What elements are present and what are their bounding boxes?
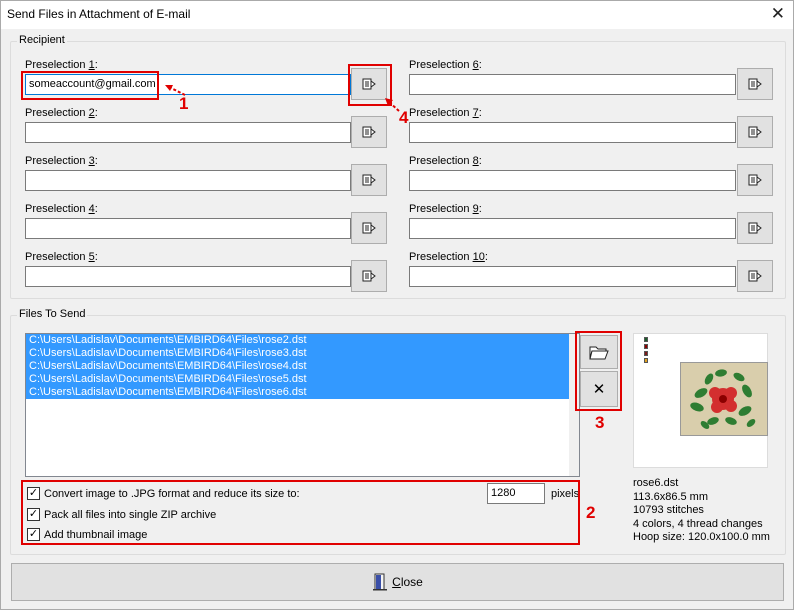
remove-file-button[interactable]: ✕ — [580, 371, 618, 407]
design-colors: 4 colors, 4 thread changes — [633, 517, 763, 530]
preselection-8-input[interactable] — [409, 170, 736, 191]
design-info: rose6.dst 113.6x86.5 mm 10793 stitches 4… — [633, 477, 770, 545]
annotation-number-3: 3 — [595, 413, 605, 432]
list-scrollbar[interactable] — [569, 334, 579, 476]
preselection-4-label: Preselection 4: — [25, 203, 98, 215]
add-files-button[interactable] — [580, 335, 618, 369]
preselection-3-input[interactable] — [25, 170, 351, 191]
preselection-3-address-book-button[interactable] — [351, 164, 387, 196]
convert-jpg-label: Convert image to .JPG format and reduce … — [44, 487, 300, 500]
address-book-icon — [362, 126, 376, 138]
address-book-icon — [748, 270, 762, 282]
preselection-4-input[interactable] — [25, 218, 351, 239]
preselection-1-address-book-button[interactable] — [351, 68, 387, 100]
preselection-9-address-book-button[interactable] — [737, 212, 773, 244]
preselection-6-address-book-button[interactable] — [737, 68, 773, 100]
close-rest: lose — [400, 575, 423, 589]
address-book-icon — [748, 174, 762, 186]
pixels-label: pixels — [551, 488, 580, 500]
close-button[interactable]: Close — [11, 563, 784, 601]
preselection-1-label: Preselection 1: — [25, 59, 98, 71]
preselection-5-label: Preselection 5: — [25, 251, 98, 263]
rose-embroidery-image — [690, 369, 756, 429]
recipient-legend: Recipient — [17, 34, 67, 46]
preselection-7-address-book-button[interactable] — [737, 116, 773, 148]
thread-color-swatch — [644, 344, 648, 349]
zip-checkbox[interactable]: ✓ — [27, 508, 40, 521]
preselection-10-address-book-button[interactable] — [737, 260, 773, 292]
annotation-number-2: 2 — [586, 503, 596, 522]
preselection-5-input[interactable] — [25, 266, 351, 287]
door-exit-icon — [373, 573, 388, 591]
pixels-input[interactable]: 1280 — [487, 483, 545, 504]
check-mark-icon: ✓ — [28, 487, 39, 499]
design-filename: rose6.dst — [633, 477, 679, 489]
address-book-icon — [748, 78, 762, 90]
dialog-window: Send Files in Attachment of E-mail ✕ Rec… — [0, 0, 794, 610]
file-list[interactable]: C:\Users\Ladislav\Documents\EMBIRD64\Fil… — [25, 333, 580, 477]
zip-label: Pack all files into single ZIP archive — [44, 508, 217, 521]
file-list-item[interactable]: C:\Users\Ladislav\Documents\EMBIRD64\Fil… — [26, 334, 569, 347]
preselection-8-label: Preselection 8: — [409, 155, 482, 167]
preselection-2-input[interactable] — [25, 122, 351, 143]
delete-x-icon: ✕ — [592, 381, 606, 398]
design-size: 113.6x86.5 mm — [633, 490, 709, 503]
address-book-icon — [362, 270, 376, 282]
convert-jpg-checkbox[interactable]: ✓ — [27, 487, 40, 500]
check-mark-icon: ✓ — [28, 528, 39, 540]
open-folder-icon — [589, 346, 609, 360]
preselection-7-input[interactable] — [409, 122, 736, 143]
design-preview — [633, 333, 768, 468]
file-list-item[interactable]: C:\Users\Ladislav\Documents\EMBIRD64\Fil… — [26, 373, 569, 386]
window-title: Send Files in Attachment of E-mail — [7, 7, 191, 21]
title-bar: Send Files in Attachment of E-mail ✕ — [1, 1, 793, 29]
address-book-icon — [362, 222, 376, 234]
preselection-2-address-book-button[interactable] — [351, 116, 387, 148]
preselection-9-input[interactable] — [409, 218, 736, 239]
preselection-2-label: Preselection 2: — [25, 107, 98, 119]
close-mnemonic: C — [392, 575, 401, 589]
preselection-7-label: Preselection 7: — [409, 107, 482, 119]
thread-color-swatch — [644, 351, 648, 356]
zip-checkbox-row[interactable]: ✓ Pack all files into single ZIP archive — [27, 508, 216, 521]
close-button-label: Close — [392, 575, 423, 589]
thread-color-swatch — [644, 358, 648, 363]
thumbnail-checkbox[interactable]: ✓ — [27, 528, 40, 541]
convert-jpg-checkbox-row[interactable]: ✓ Convert image to .JPG format and reduc… — [27, 487, 300, 500]
thumbnail-label: Add thumbnail image — [44, 528, 148, 541]
preselection-3-label: Preselection 3: — [25, 155, 98, 167]
annotation-arrow-4 — [385, 98, 400, 112]
address-book-icon — [748, 222, 762, 234]
files-legend: Files To Send — [17, 308, 88, 320]
design-hoop: Hoop size: 120.0x100.0 mm — [633, 531, 770, 543]
preselection-5-address-book-button[interactable] — [351, 260, 387, 292]
thread-color-swatch — [644, 337, 648, 342]
address-book-icon — [748, 126, 762, 138]
address-book-icon — [362, 174, 376, 186]
check-mark-icon: ✓ — [28, 508, 39, 520]
annotation-arrow-1 — [165, 85, 186, 96]
preselection-6-label: Preselection 6: — [409, 59, 482, 71]
preselection-6-input[interactable] — [409, 74, 736, 95]
window-close-button[interactable]: ✕ — [771, 4, 785, 24]
file-list-item[interactable]: C:\Users\Ladislav\Documents\EMBIRD64\Fil… — [26, 360, 569, 373]
file-list-item[interactable]: C:\Users\Ladislav\Documents\EMBIRD64\Fil… — [26, 347, 569, 360]
file-list-item[interactable]: C:\Users\Ladislav\Documents\EMBIRD64\Fil… — [26, 386, 569, 399]
preselection-10-input[interactable] — [409, 266, 736, 287]
preselection-8-address-book-button[interactable] — [737, 164, 773, 196]
thumbnail-checkbox-row[interactable]: ✓ Add thumbnail image — [27, 528, 147, 541]
preselection-4-address-book-button[interactable] — [351, 212, 387, 244]
thread-color-swatches — [644, 337, 648, 365]
fabric-hoop — [680, 362, 768, 436]
design-stitches: 10793 stitches — [633, 504, 704, 516]
preselection-9-label: Preselection 9: — [409, 203, 482, 215]
preselection-10-label: Preselection 10: — [409, 251, 488, 263]
address-book-icon — [362, 78, 376, 90]
